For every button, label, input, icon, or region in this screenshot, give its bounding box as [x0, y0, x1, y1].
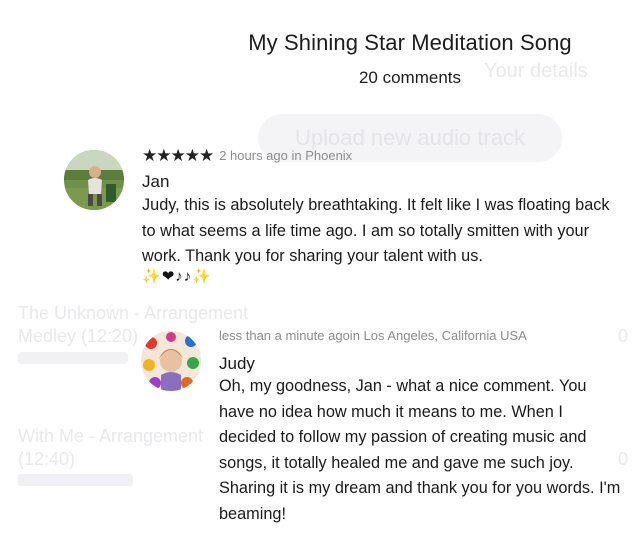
- avatar[interactable]: [141, 331, 201, 391]
- bg-track-2-duration: (12:40): [18, 449, 76, 469]
- star-rating: ★★★★★: [142, 146, 214, 165]
- comment-meta: less than a minute agoin Los Angeles, Ca…: [219, 328, 527, 343]
- comment-timestamp-location: less than a minute agoin Los Angeles, Ca…: [219, 328, 527, 343]
- comment-meta: ★★★★★ 2 hours ago in Phoenix: [142, 146, 352, 166]
- comments-screen: Your details Upload new audio track The …: [0, 0, 640, 539]
- comment-author[interactable]: Judy: [219, 354, 255, 374]
- comment-emoji: ✨❤♪♪✨: [142, 267, 212, 285]
- comment-author[interactable]: Jan: [142, 172, 169, 192]
- page-title: My Shining Star Meditation Song: [248, 30, 572, 55]
- bg-track-1-sub: [18, 352, 128, 364]
- comment-count: 20 comments: [358, 68, 462, 87]
- comment-text: Oh, my goodness, Jan - what a nice comme…: [219, 377, 621, 523]
- avatar[interactable]: [64, 150, 124, 210]
- music-notes-icon: ♪♪: [175, 268, 193, 285]
- bg-play-count-1: 0: [618, 326, 629, 346]
- comment-timestamp-location: 2 hours ago in Phoenix: [219, 148, 353, 163]
- bg-track-2-title: With Me - Arrangement: [18, 426, 204, 446]
- sparkles-icon: ✨: [192, 268, 212, 285]
- avatar-photo-judy: [141, 331, 201, 391]
- avatar-photo-jan: [64, 150, 124, 210]
- sparkles-icon: ✨: [142, 268, 162, 285]
- heart-icon: ❤: [161, 268, 176, 285]
- comment-text: Judy, this is absolutely breathtaking. I…: [142, 196, 610, 265]
- bg-track-1-line2: Medley (12:20): [18, 326, 139, 346]
- bg-track-2-sub: [18, 474, 133, 486]
- bg-track-1-title: The Unknown - Arrangement: [18, 303, 249, 323]
